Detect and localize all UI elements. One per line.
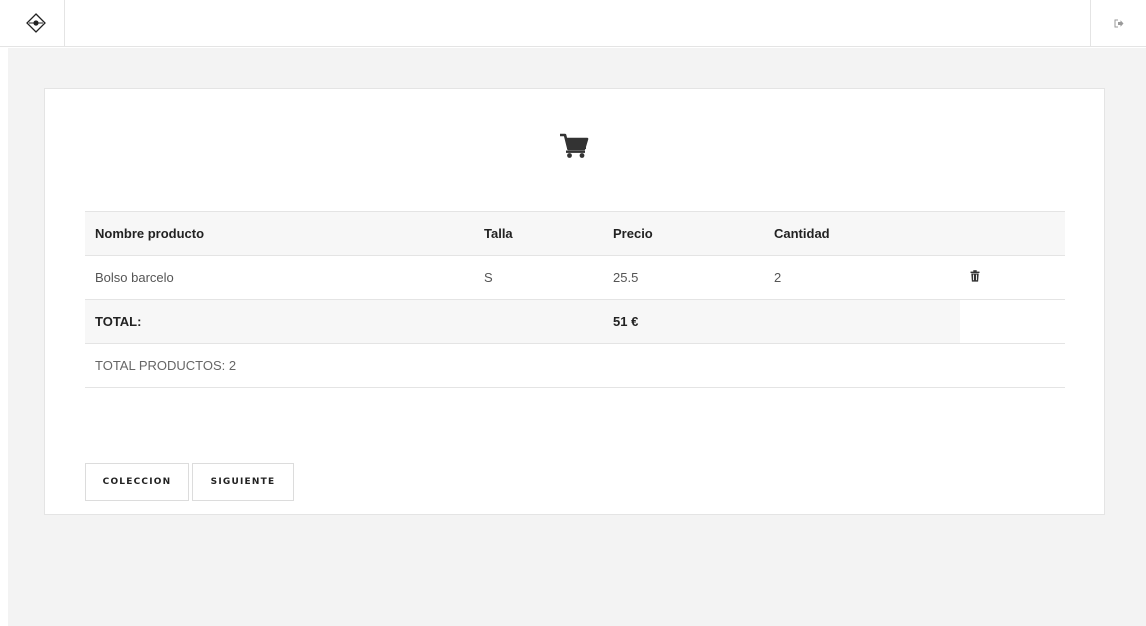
total-blank	[960, 299, 1065, 344]
delete-item-button[interactable]	[970, 270, 980, 282]
column-header-actions	[960, 211, 1065, 256]
product-price: 25.5	[603, 255, 764, 300]
column-header-quantity: Cantidad	[764, 211, 960, 256]
products-count-label: TOTAL PRODUCTOS: 2	[85, 343, 1065, 388]
table-header-row: Nombre producto Talla Precio Cantidad	[85, 211, 1065, 256]
row-actions	[960, 255, 1065, 300]
total-value: 51 €	[603, 299, 764, 344]
sign-out-icon	[1114, 19, 1123, 27]
total-row: TOTAL: 51 €	[85, 299, 1065, 344]
column-header-size: Talla	[474, 211, 603, 256]
shopping-cart-icon	[560, 133, 589, 158]
product-size: S	[474, 255, 603, 300]
column-header-name: Nombre producto	[85, 211, 474, 256]
column-header-price: Precio	[603, 211, 764, 256]
table-row: Bolso barcelo S 25.5 2	[85, 255, 1065, 300]
products-count-row: TOTAL PRODUCTOS: 2	[85, 343, 1065, 388]
total-spacer	[474, 299, 603, 344]
total-spacer-2	[764, 299, 960, 344]
top-bar	[0, 0, 1146, 47]
trash-icon	[970, 270, 980, 282]
diamond-dot-icon	[26, 13, 46, 33]
cart-table: Nombre producto Talla Precio Cantidad Bo…	[85, 211, 1065, 388]
cart-card: Nombre producto Talla Precio Cantidad Bo…	[44, 88, 1105, 515]
product-name: Bolso barcelo	[85, 255, 474, 300]
coleccion-button[interactable]: COLECCION	[85, 463, 189, 501]
main-area: Nombre producto Talla Precio Cantidad Bo…	[8, 48, 1146, 626]
logo[interactable]	[8, 0, 65, 46]
product-quantity: 2	[764, 255, 960, 300]
siguiente-button[interactable]: SIGUIENTE	[192, 463, 294, 501]
total-label: TOTAL:	[85, 299, 474, 344]
logout-button[interactable]	[1090, 0, 1146, 46]
